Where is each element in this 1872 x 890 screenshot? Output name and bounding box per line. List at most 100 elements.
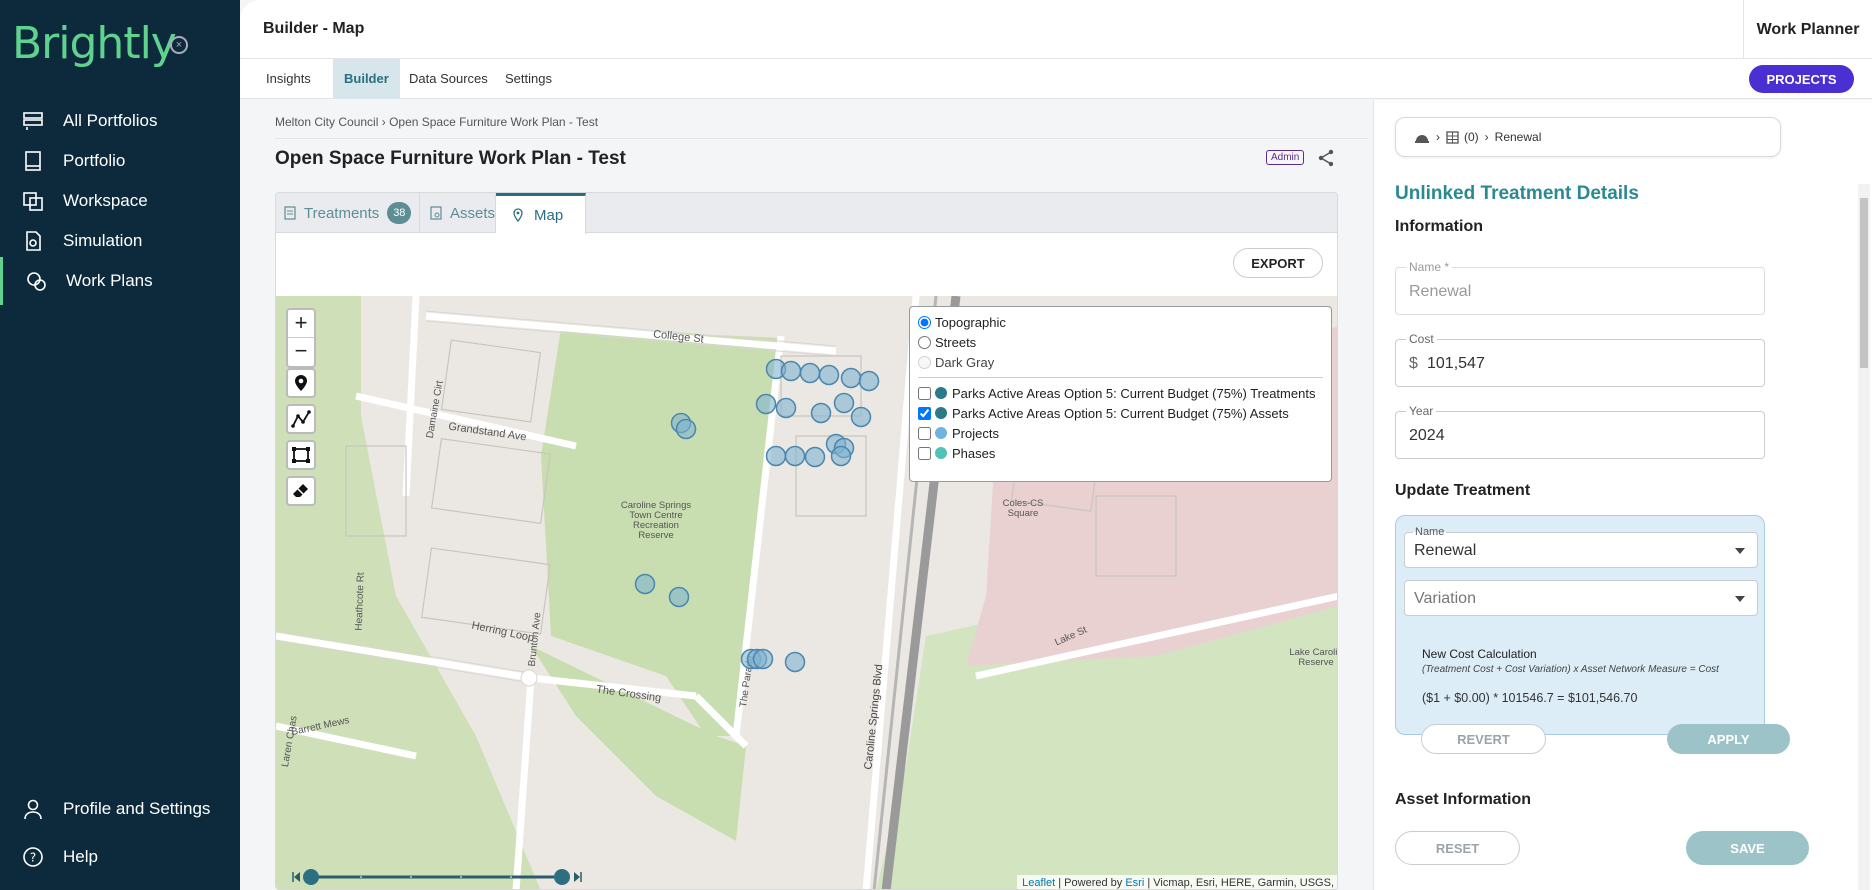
scrollbar-thumb[interactable]: [1860, 198, 1868, 368]
calc-result: ($1 + $0.00) * 101546.7 = $101,546.70: [1422, 691, 1638, 705]
layer-label: Parks Active Areas Option 5: Current Bud…: [952, 405, 1289, 421]
breadcrumb-count: (0): [1464, 130, 1479, 144]
tab-builder[interactable]: Builder: [333, 59, 400, 99]
layer-color-dot: [935, 387, 947, 399]
layer-option-phases[interactable]: Phases: [918, 444, 1323, 462]
chevron-down-icon: [1735, 548, 1745, 554]
field-label: Year: [1406, 404, 1437, 418]
tab-data-sources[interactable]: Data Sources: [398, 59, 499, 99]
draw-marker-button[interactable]: [286, 368, 316, 398]
revert-button[interactable]: REVERT: [1421, 724, 1546, 754]
content-tabs: Treatments 38 Assets Map: [276, 193, 1337, 234]
breadcrumb-parent[interactable]: Melton City Council: [275, 115, 378, 129]
simulation-icon: [26, 231, 41, 251]
divider: [918, 377, 1323, 378]
projects-button[interactable]: PROJECTS: [1749, 65, 1854, 93]
layer-checkbox[interactable]: [918, 406, 931, 420]
page-title: Builder - Map: [263, 20, 365, 37]
sidebar-item-label: Work Plans: [66, 271, 153, 290]
layer-checkbox[interactable]: [918, 426, 931, 440]
field-value: 101,547: [1427, 355, 1485, 372]
collapse-sidebar-icon[interactable]: ×: [170, 36, 188, 54]
treatment-name-select[interactable]: Name Renewal: [1404, 526, 1758, 568]
tab-label: Map: [534, 206, 564, 224]
zoom-out-button[interactable]: −: [288, 338, 314, 366]
asset-information-heading: Asset Information: [1395, 791, 1532, 808]
sidebar-item-label: Simulation: [63, 231, 143, 250]
layer-checkbox[interactable]: [918, 446, 931, 460]
layer-color-dot: [935, 427, 947, 439]
hardhat-icon[interactable]: [1414, 131, 1430, 144]
layers-control: Topographic Streets Dark Gray Parks Acti…: [909, 306, 1332, 482]
map-view[interactable]: College St Grandstand Ave Damaine Cirt H…: [276, 296, 1337, 889]
portfolios-icon: [23, 112, 43, 130]
tab-treatments[interactable]: Treatments 38: [276, 193, 420, 233]
timeline-start-handle: [303, 869, 319, 885]
calc-title: New Cost Calculation: [1422, 647, 1537, 661]
layer-option-projects[interactable]: Projects: [918, 424, 1323, 442]
basemap-label: Topographic: [935, 314, 1006, 330]
role-badge: Admin: [1266, 150, 1305, 165]
basemap-radio[interactable]: [918, 315, 931, 329]
layer-option-assets[interactable]: Parks Active Areas Option 5: Current Bud…: [918, 404, 1323, 422]
tab-map[interactable]: Map: [496, 193, 586, 234]
sub-navigation: Insights Builder Data Sources Settings: [240, 59, 1872, 99]
sidebar-item-label: All Portfolios: [63, 111, 158, 130]
tab-assets[interactable]: Assets: [420, 193, 496, 233]
layer-checkbox[interactable]: [918, 386, 931, 400]
asset-marker: [775, 397, 797, 419]
erase-button[interactable]: [286, 476, 316, 506]
details-title: Unlinked Treatment Details: [1395, 183, 1639, 204]
basemap-option-streets[interactable]: Streets: [918, 333, 1323, 351]
zoom-in-button[interactable]: +: [288, 310, 314, 338]
chevron-right-icon: ›: [1484, 130, 1489, 144]
cost-field[interactable]: Cost $ 101,547: [1395, 332, 1765, 387]
field-value: Renewal: [1409, 283, 1472, 300]
variation-select[interactable]: Variation: [1404, 580, 1758, 616]
tab-insights[interactable]: Insights: [255, 59, 322, 99]
share-icon[interactable]: [1317, 149, 1335, 167]
leaflet-link[interactable]: Leaflet: [1022, 877, 1055, 889]
asset-marker: [818, 364, 840, 386]
work-plan-panel: Melton City Council › Open Space Furnitu…: [240, 100, 1373, 890]
detail-breadcrumb: › (0) › Renewal: [1395, 117, 1781, 157]
draw-rectangle-button[interactable]: [286, 440, 316, 470]
reset-button[interactable]: RESET: [1395, 831, 1520, 865]
user-icon: [24, 799, 42, 820]
asset-marker: [752, 648, 774, 670]
layer-label: Projects: [952, 425, 999, 441]
basemap-radio[interactable]: [918, 335, 931, 349]
chevron-down-icon: [1735, 596, 1745, 602]
attribution-text: | Powered by: [1058, 877, 1123, 889]
update-treatment-heading: Update Treatment: [1395, 482, 1531, 499]
asset-marker: [833, 392, 855, 414]
export-button[interactable]: EXPORT: [1233, 248, 1323, 278]
sidebar-item-label: Workspace: [63, 191, 148, 210]
asset-marker: [799, 362, 821, 384]
draw-polyline-button[interactable]: [286, 404, 316, 434]
scrollbar[interactable]: [1858, 184, 1870, 890]
work-planner-label[interactable]: Work Planner: [1743, 0, 1872, 59]
sidebar-item-help[interactable]: ? Help: [0, 833, 240, 881]
content-card: Treatments 38 Assets Map EXPORT College …: [275, 192, 1338, 890]
layer-option-treatments[interactable]: Parks Active Areas Option 5: Current Bud…: [918, 384, 1323, 402]
brightly-logo[interactable]: Brightly: [12, 18, 177, 69]
layer-color-dot: [935, 447, 947, 459]
name-field[interactable]: Name * Renewal: [1395, 260, 1765, 315]
timeline-slider[interactable]: [290, 868, 590, 886]
basemap-option-dark-gray[interactable]: Dark Gray: [918, 353, 1323, 371]
asset-marker: [784, 445, 806, 467]
basemap-radio[interactable]: [918, 355, 931, 369]
sidebar-item-label: Help: [63, 847, 98, 866]
tab-settings[interactable]: Settings: [494, 59, 563, 99]
save-button[interactable]: SAVE: [1686, 831, 1809, 865]
sidebar-item-work-plans[interactable]: Work Plans: [0, 257, 240, 305]
tab-label: Assets: [449, 204, 495, 222]
apply-button[interactable]: APPLY: [1667, 724, 1790, 754]
year-field[interactable]: Year 2024: [1395, 404, 1765, 459]
basemap-option-topographic[interactable]: Topographic: [918, 313, 1323, 331]
sidebar-item-profile[interactable]: Profile and Settings: [0, 785, 240, 833]
treatment-details-panel: › (0) › Renewal Unlinked Treatment Detai…: [1373, 100, 1872, 890]
building-icon[interactable]: [1446, 130, 1459, 144]
esri-link[interactable]: Esri: [1125, 877, 1144, 889]
